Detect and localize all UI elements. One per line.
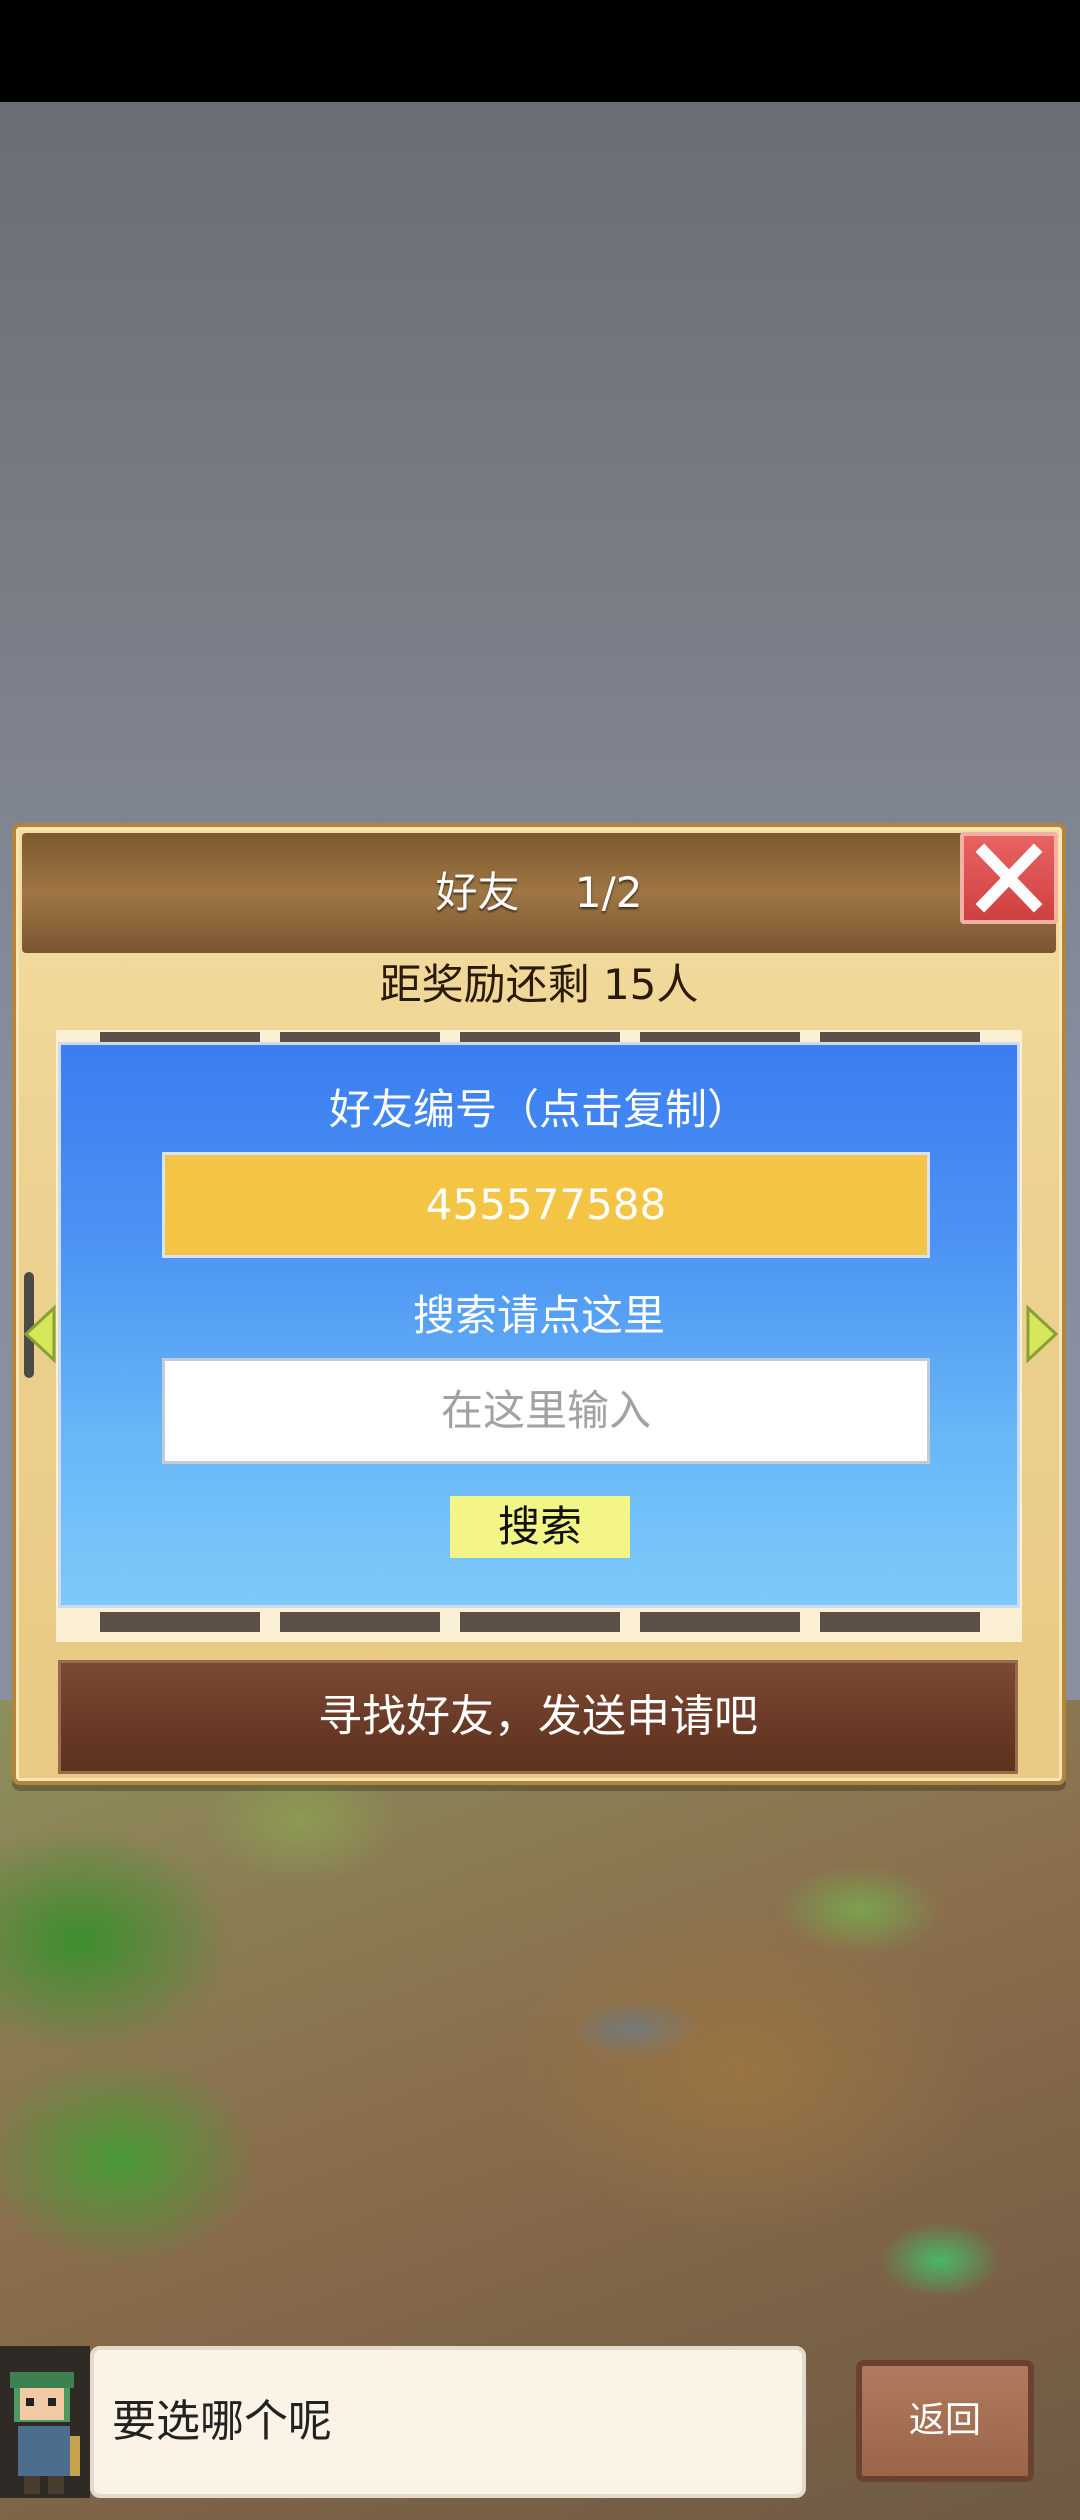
arrow-right-icon[interactable] <box>1024 1304 1060 1364</box>
status-bar <box>0 0 1080 102</box>
dialog-text: 要选哪个呢 <box>112 2396 332 2447</box>
close-icon <box>975 843 1043 913</box>
rail-segment <box>280 1612 440 1632</box>
character-avatar <box>0 2346 90 2498</box>
search-label: 搜索请点这里 <box>412 1291 665 1340</box>
bottom-rail <box>56 1610 1022 1636</box>
panel-header: 好友 1/2 <box>22 833 1056 953</box>
friend-id-copy-field[interactable]: 455577588 <box>162 1152 930 1258</box>
friend-id-label: 好友编号（点击复制） <box>328 1085 749 1134</box>
search-input[interactable]: 在这里输入 <box>162 1358 930 1464</box>
rail-segment <box>460 1612 620 1632</box>
panel-title: 好友 1/2 <box>435 868 643 917</box>
find-friends-banner[interactable]: 寻找好友，发送申请吧 <box>58 1660 1018 1774</box>
back-button[interactable]: 返回 <box>856 2360 1034 2482</box>
rail-segment <box>820 1612 980 1632</box>
rail-segment <box>640 1612 800 1632</box>
close-button[interactable] <box>960 832 1058 924</box>
rail-segment <box>100 1612 260 1632</box>
arrow-left-icon[interactable] <box>22 1304 58 1364</box>
reward-remaining-text: 距奖励还剩 15人 <box>379 960 699 1009</box>
search-button[interactable]: 搜索 <box>450 1496 630 1558</box>
